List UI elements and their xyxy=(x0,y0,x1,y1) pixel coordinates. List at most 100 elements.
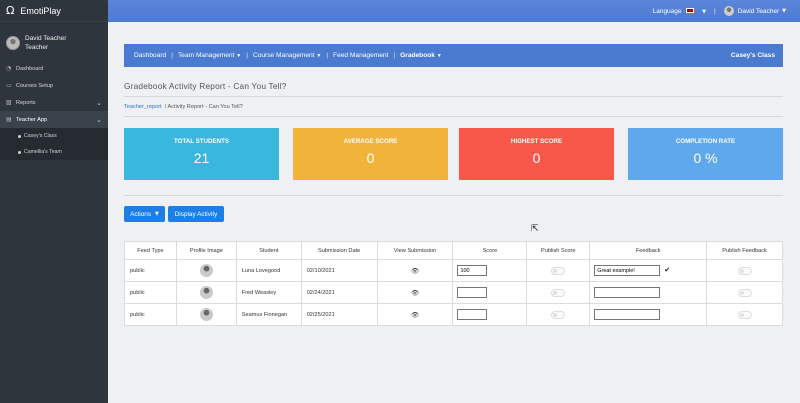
eye-icon[interactable]: 👁 xyxy=(411,267,419,275)
score-input[interactable] xyxy=(457,265,488,276)
table-header-row: Feed Type Profile Image Student Submissi… xyxy=(124,241,783,260)
view-submission-cell: 👁 xyxy=(376,259,454,282)
nav-label: Course Management xyxy=(252,52,315,59)
publish-score-toggle[interactable] xyxy=(551,310,566,319)
checkmark-icon[interactable]: ✔ xyxy=(664,266,670,274)
avatar xyxy=(199,286,213,299)
course-nav: Dashboard | Team Management ▼ | Course M… xyxy=(124,44,783,67)
user-menu[interactable]: David Teacher ▼ xyxy=(723,6,786,16)
actions-button[interactable]: Actions ▼ xyxy=(124,206,165,222)
app-name: EmotiPlay xyxy=(20,5,61,16)
nav-team-management[interactable]: Team Management ▼ xyxy=(178,52,241,59)
nav-dashboard[interactable]: Dashboard xyxy=(134,52,166,59)
table-row: public Fred Weasley 02/24/2021 👁 xyxy=(124,281,783,304)
courses-icon: ▭ xyxy=(6,82,12,89)
column-header: Student xyxy=(235,241,302,260)
language-label: Language xyxy=(652,7,682,15)
sidebar-user-name: David Teacher xyxy=(25,35,67,42)
topbar-user-name: David Teacher xyxy=(737,7,780,15)
publish-score-cell xyxy=(526,259,591,282)
publish-feedback-toggle[interactable] xyxy=(737,288,752,297)
gradebook-table: Feed Type Profile Image Student Submissi… xyxy=(124,241,783,326)
stat-card-average-score: AVERAGE SCORE 0 xyxy=(293,128,448,180)
avatar xyxy=(199,308,213,321)
sidebar-item-teacher-app[interactable]: ▤ Teacher App ⌄ xyxy=(0,111,108,128)
student-cell: Luna Lovegood xyxy=(235,259,302,282)
brand[interactable]: Ω EmotiPlay xyxy=(0,0,108,22)
sidebar-item-label: Courses Setup xyxy=(16,82,54,89)
sidebar-subitem-camellias-team[interactable]: Camellia's Team xyxy=(0,144,108,160)
display-activity-button[interactable]: Display Activity xyxy=(168,206,224,222)
caret-down-icon: ▼ xyxy=(236,53,242,59)
breadcrumb-link[interactable]: Teacher_report xyxy=(124,104,162,110)
stat-title: COMPLETION RATE xyxy=(675,138,736,145)
chevron-down-icon: ⌄ xyxy=(96,98,102,107)
student-cell: Seamus Finnegan xyxy=(235,303,302,326)
feedback-input[interactable] xyxy=(594,265,661,276)
score-cell xyxy=(452,281,528,304)
stat-value: 21 xyxy=(193,150,210,166)
stat-card-completion-rate: COMPLETION RATE 0 % xyxy=(628,128,783,180)
publish-feedback-toggle[interactable] xyxy=(737,266,752,275)
profile-image-cell xyxy=(175,259,237,282)
feedback-cell: ✔ xyxy=(589,259,708,282)
publish-feedback-toggle[interactable] xyxy=(737,310,752,319)
divider xyxy=(124,116,783,117)
nav-divider: | xyxy=(326,52,329,59)
table-row: public Luna Lovegood 02/10/2021 👁 ✔ xyxy=(124,259,783,282)
eye-icon[interactable]: 👁 xyxy=(411,289,419,297)
stat-title: HIGHEST SCORE xyxy=(510,138,563,145)
sidebar-item-reports[interactable]: ▨ Reports ⌄ xyxy=(0,94,108,111)
feed-type-cell: public xyxy=(124,281,177,304)
publish-score-cell xyxy=(526,281,591,304)
stat-card-highest-score: HIGHEST SCORE 0 xyxy=(459,128,614,180)
publish-score-toggle[interactable] xyxy=(551,266,566,275)
class-name[interactable]: Casey's Class xyxy=(731,52,775,59)
divider xyxy=(124,195,783,196)
nav-gradebook[interactable]: Gradebook ▼ xyxy=(400,52,442,59)
feed-type-cell: public xyxy=(124,259,177,282)
column-header: Publish Feedback xyxy=(706,241,783,260)
sidebar-item-dashboard[interactable]: ◔ Dashboard xyxy=(0,60,108,77)
table-row: public Seamus Finnegan 02/25/2021 👁 xyxy=(124,303,783,326)
feedback-cell xyxy=(589,303,708,326)
eye-icon[interactable]: 👁 xyxy=(411,311,419,319)
publish-score-cell xyxy=(526,303,591,326)
mouse-cursor-icon: ⇱ xyxy=(531,224,539,234)
dashboard-icon: ◔ xyxy=(6,65,12,72)
reports-icon: ▨ xyxy=(6,99,12,106)
view-submission-cell: 👁 xyxy=(376,281,454,304)
bullet-icon xyxy=(18,134,21,138)
profile-image-cell xyxy=(175,281,237,304)
sidebar-item-label: Dashboard xyxy=(16,65,44,72)
separator: | xyxy=(714,7,716,15)
submission-date-cell: 02/10/2021 xyxy=(300,259,378,282)
nav-divider: | xyxy=(393,52,396,59)
language-selector[interactable]: Language ▼ xyxy=(652,7,706,15)
publish-score-toggle[interactable] xyxy=(551,288,566,297)
stat-value: 0 xyxy=(366,150,375,166)
score-input[interactable] xyxy=(457,309,488,320)
sidebar-subitem-caseys-class[interactable]: Casey's Class xyxy=(0,128,108,144)
sidebar-item-courses-setup[interactable]: ▭ Courses Setup xyxy=(0,77,108,94)
stat-title: TOTAL STUDENTS xyxy=(173,138,229,145)
avatar xyxy=(199,264,213,277)
column-header: View Submission xyxy=(376,241,454,260)
column-header: Score xyxy=(452,241,528,260)
caret-down-icon: ▼ xyxy=(782,8,786,14)
sidebar-subitem-label: Casey's Class xyxy=(24,133,57,139)
divider xyxy=(124,96,783,97)
avatar xyxy=(6,36,20,50)
student-cell: Fred Weasley xyxy=(235,281,302,304)
feedback-input[interactable] xyxy=(594,309,661,320)
stat-value: 0 % xyxy=(693,150,718,166)
avatar xyxy=(723,6,734,16)
feedback-cell xyxy=(589,281,708,304)
score-input[interactable] xyxy=(457,287,488,298)
nav-feed-management[interactable]: Feed Management xyxy=(333,52,388,59)
stat-value: 0 xyxy=(532,150,541,166)
caret-down-icon: ▼ xyxy=(155,211,159,217)
caret-down-icon: ▼ xyxy=(436,53,442,59)
feedback-input[interactable] xyxy=(594,287,661,298)
nav-course-management[interactable]: Course Management ▼ xyxy=(253,52,321,59)
